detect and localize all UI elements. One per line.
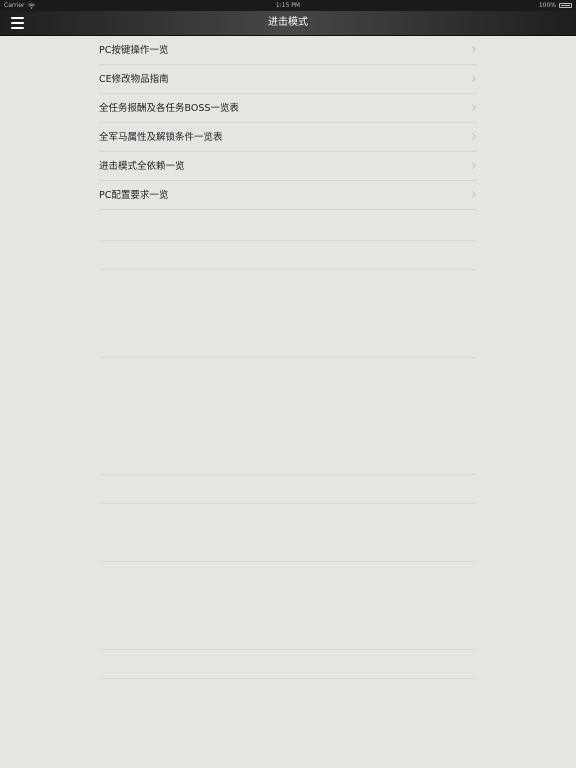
list-item[interactable]: CE修改物品指南 — [99, 65, 477, 94]
list-item-label: PC按键操作一览 — [99, 45, 169, 56]
status-right: 100% — [539, 0, 572, 11]
status-time: 1:15 PM — [275, 2, 301, 9]
chevron-right-icon — [468, 132, 477, 141]
list-item-label: 全军马属性及解锁条件一览表 — [99, 132, 223, 143]
chevron-right-icon — [468, 190, 477, 199]
chevron-right-icon — [468, 45, 477, 54]
battery-percent: 100% — [538, 2, 556, 9]
list-item-label: 进击模式全依赖一览 — [99, 161, 185, 172]
empty-row-separator — [99, 269, 477, 270]
list-item[interactable]: PC配置要求一览 — [99, 181, 477, 210]
chevron-right-icon — [468, 74, 477, 83]
list-item[interactable]: 进击模式全依赖一览 — [99, 152, 477, 181]
list-item-label: 全任务报酬及各任务BOSS一览表 — [99, 103, 239, 114]
page-title: 进击模式 — [268, 17, 308, 28]
battery-icon — [559, 3, 572, 8]
empty-row-separator — [99, 474, 477, 475]
list-item[interactable]: 全任务报酬及各任务BOSS一览表 — [99, 94, 477, 123]
empty-row-separator — [99, 240, 477, 241]
list-item-label: PC配置要求一览 — [99, 190, 169, 201]
status-bar: Carrier 1:15 PM 100% — [0, 0, 576, 11]
navigation-bar: 进击模式 — [0, 11, 576, 36]
list-item-label: CE修改物品指南 — [99, 74, 169, 85]
chevron-right-icon — [468, 103, 477, 112]
empty-row-separator — [99, 678, 477, 679]
empty-row-separator — [99, 649, 477, 650]
battery-level — [561, 5, 570, 6]
empty-row-separator — [99, 357, 477, 358]
chevron-right-icon — [468, 161, 477, 170]
empty-row-separator — [99, 503, 477, 504]
list-item[interactable]: 全军马属性及解锁条件一览表 — [99, 123, 477, 152]
empty-row-separator — [99, 561, 477, 562]
guide-list: PC按键操作一览 CE修改物品指南 全任务报酬及各任务BOSS一览表 全军马属性… — [99, 36, 477, 210]
list-item[interactable]: PC按键操作一览 — [99, 36, 477, 65]
